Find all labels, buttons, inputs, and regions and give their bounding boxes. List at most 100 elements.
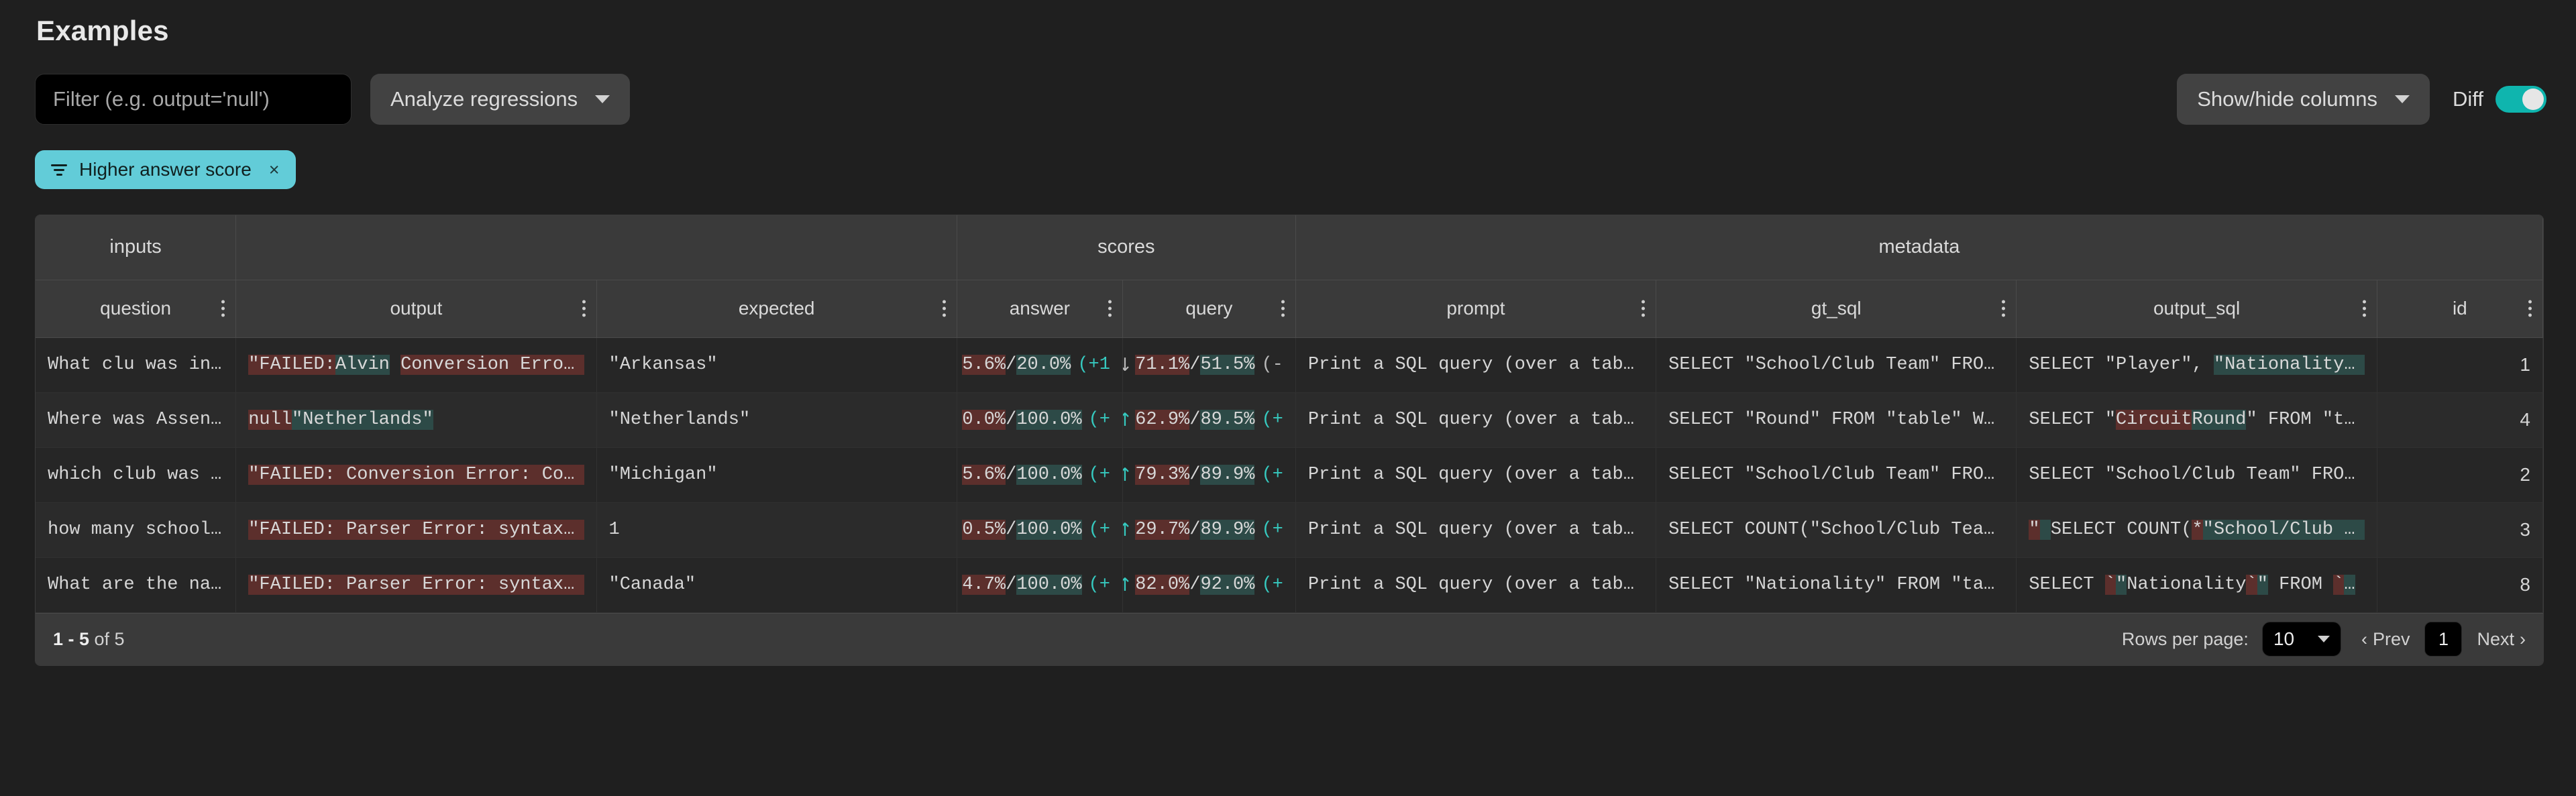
score-delta: (- <box>1261 355 1283 375</box>
cell-id-text: 3 <box>2520 519 2530 540</box>
score-delta: (+ <box>1261 520 1283 540</box>
cell-gt-sql-text: SELECT "School/Club Team" FROM "… <box>1668 355 2004 375</box>
row-range-rest: of 5 <box>89 628 125 649</box>
diff-removed: " <box>2029 520 2040 540</box>
score-old-value: 4.7% <box>962 575 1006 595</box>
diff-unchanged: SELECT " <box>2029 410 2116 430</box>
diff-toggle[interactable] <box>2496 86 2546 113</box>
next-page-button[interactable]: Next › <box>2477 629 2526 650</box>
cell-expected-text: "Canada" <box>608 575 696 595</box>
cell-question-text: how many schools or teams had ja… <box>48 520 223 540</box>
cell-output-sql-text: SELECT `"Nationality`" FROM `"ta… <box>2029 575 2365 595</box>
cell-output-text: "FAILED: Conversion Error: Could… <box>248 465 584 485</box>
column-header-gt-sql[interactable]: gt_sql <box>1656 280 2017 338</box>
score-delta: (+ <box>1088 575 1110 595</box>
cell-gt-sql-text: SELECT "School/Club Team" FROM "… <box>1668 465 2004 485</box>
cell-output-text: "FAILED:Alvin Conversion Error: … <box>248 355 584 375</box>
column-menu-icon[interactable] <box>2362 300 2366 317</box>
column-menu-icon[interactable] <box>1281 300 1285 317</box>
cell-prompt: Print a SQL query (over a table … <box>1295 557 1657 613</box>
table-footer: 1 - 5 of 5 Rows per page: 10 ‹ Prev 1 Ne… <box>36 612 2543 665</box>
cell-question: What are the nationalities of th… <box>36 557 237 613</box>
examples-page: Examples Analyze regressions Show/hide c… <box>0 0 2576 666</box>
diff-toggle-label: Diff <box>2453 87 2483 111</box>
column-header-output-sql[interactable]: output_sql <box>2016 280 2377 338</box>
cell-output-sql: SELECT `"Nationality`" FROM `"ta… <box>2016 557 2377 613</box>
row-range-bold: 1 - 5 <box>53 628 90 649</box>
group-header-metadata: metadata <box>1295 215 2543 280</box>
column-menu-icon[interactable] <box>221 300 225 317</box>
cell-prompt-text: Print a SQL query (over a table … <box>1307 520 1644 540</box>
cell-output-sql: SELECT "School/Club Team" FROM "… <box>2016 447 2377 503</box>
rows-per-page-select[interactable]: 10 <box>2261 622 2341 657</box>
score-old-value: 62.9% <box>1135 410 1190 430</box>
cell-question: how many schools or teams had ja… <box>36 502 237 558</box>
arrow-up-icon: ↑ <box>1122 410 1132 431</box>
column-menu-icon[interactable] <box>582 300 586 317</box>
prev-label: Prev <box>2372 628 2410 649</box>
column-header-prompt[interactable]: prompt <box>1295 280 1657 338</box>
cell-output-sql: SELECT "CircuitRound" FROM "tabl… <box>2016 392 2377 448</box>
score-separator: / <box>1006 355 1017 375</box>
cell-question: which club was in toronto 2003-06 <box>36 447 237 503</box>
cell-id-text: 2 <box>2520 464 2530 485</box>
column-menu-icon[interactable] <box>2002 300 2006 317</box>
cell-prompt: Print a SQL query (over a table … <box>1295 392 1657 448</box>
column-menu-icon[interactable] <box>1108 300 1112 317</box>
cell-expected: "Canada" <box>596 557 957 613</box>
score-new-value: 92.0% <box>1200 575 1255 595</box>
cell-output-sql: " SELECT COUNT(*"School/Club Tea… <box>2016 502 2377 558</box>
column-header-label: question <box>100 298 172 319</box>
table-row[interactable]: how many schools or teams had ja… "FAILED… <box>36 502 2543 558</box>
cell-score-query: ↑82.0%/92.0% (+ <box>1122 557 1296 613</box>
prev-page-button[interactable]: ‹ Prev <box>2361 629 2410 650</box>
score-delta: (+ <box>1088 465 1110 485</box>
score-new-value: 89.5% <box>1200 410 1255 430</box>
diff-added <box>2039 520 2051 540</box>
analyze-regressions-button[interactable]: Analyze regressions <box>370 74 631 125</box>
column-menu-icon[interactable] <box>942 300 946 317</box>
cell-expected: "Michigan" <box>596 447 957 503</box>
table-row[interactable]: which club was in toronto 2003-06 "FAILED… <box>36 447 2543 503</box>
filter-chip-higher-answer-score[interactable]: Higher answer score × <box>35 150 296 189</box>
cell-output-text: "FAILED: Parser Error: syntax er… <box>248 575 584 595</box>
column-header-expected[interactable]: expected <box>596 280 957 338</box>
toggle-knob <box>2522 89 2544 110</box>
score-new-value: 100.0% <box>1016 410 1082 430</box>
column-header-answer[interactable]: answer <box>957 280 1123 338</box>
arrow-up-icon: ↑ <box>1122 575 1132 595</box>
diff-removed: Conversion Error: … <box>400 355 584 375</box>
column-header-query[interactable]: query <box>1122 280 1296 338</box>
cell-score-answer: ↑5.6%/20.0% (+1 <box>957 337 1123 393</box>
column-header-id[interactable]: id <box>2377 280 2543 338</box>
column-header-output[interactable]: output <box>235 280 597 338</box>
arrow-up-icon: ↑ <box>1122 520 1132 541</box>
column-header-label: query <box>1185 298 1233 319</box>
diff-added: "School/Club Tea… <box>2202 520 2365 540</box>
filter-icon <box>51 164 67 176</box>
filter-input[interactable] <box>35 74 352 125</box>
cell-output-sql-text: " SELECT COUNT(*"School/Club Tea… <box>2029 520 2365 540</box>
cell-prompt: Print a SQL query (over a table … <box>1295 337 1657 393</box>
cell-expected-text: 1 <box>608 520 620 540</box>
diff-unchanged <box>390 355 400 375</box>
column-menu-icon[interactable] <box>1642 300 1646 317</box>
cell-prompt-text: Print a SQL query (over a table … <box>1307 410 1644 430</box>
column-menu-icon[interactable] <box>2528 300 2532 317</box>
column-header-question[interactable]: question <box>36 280 237 338</box>
table-row[interactable]: What clu was in toronto 1995-96 "FAILED:A… <box>36 337 2543 393</box>
close-icon[interactable]: × <box>269 160 280 180</box>
cell-gt-sql: SELECT "School/Club Team" FROM "… <box>1656 447 2017 503</box>
cell-question-text: which club was in toronto 2003-06 <box>48 465 223 485</box>
score-separator: / <box>1189 465 1201 485</box>
show-hide-columns-button[interactable]: Show/hide columns <box>2177 74 2430 125</box>
diff-unchanged: SELECT "Player", <box>2029 355 2214 375</box>
current-page-button[interactable]: 1 <box>2424 622 2463 657</box>
table-row[interactable]: Where was Assen held?null"Netherlands""N… <box>36 392 2543 448</box>
diff-unchanged: ta… <box>2355 575 2365 595</box>
active-filter-chips: Higher answer score × <box>30 150 2546 189</box>
cell-question-text: Where was Assen held? <box>48 410 223 430</box>
table-row[interactable]: What are the nationalities of th… "FAILED… <box>36 557 2543 613</box>
score-old-value: 29.7% <box>1135 520 1190 540</box>
column-header-label: output_sql <box>2153 298 2241 319</box>
